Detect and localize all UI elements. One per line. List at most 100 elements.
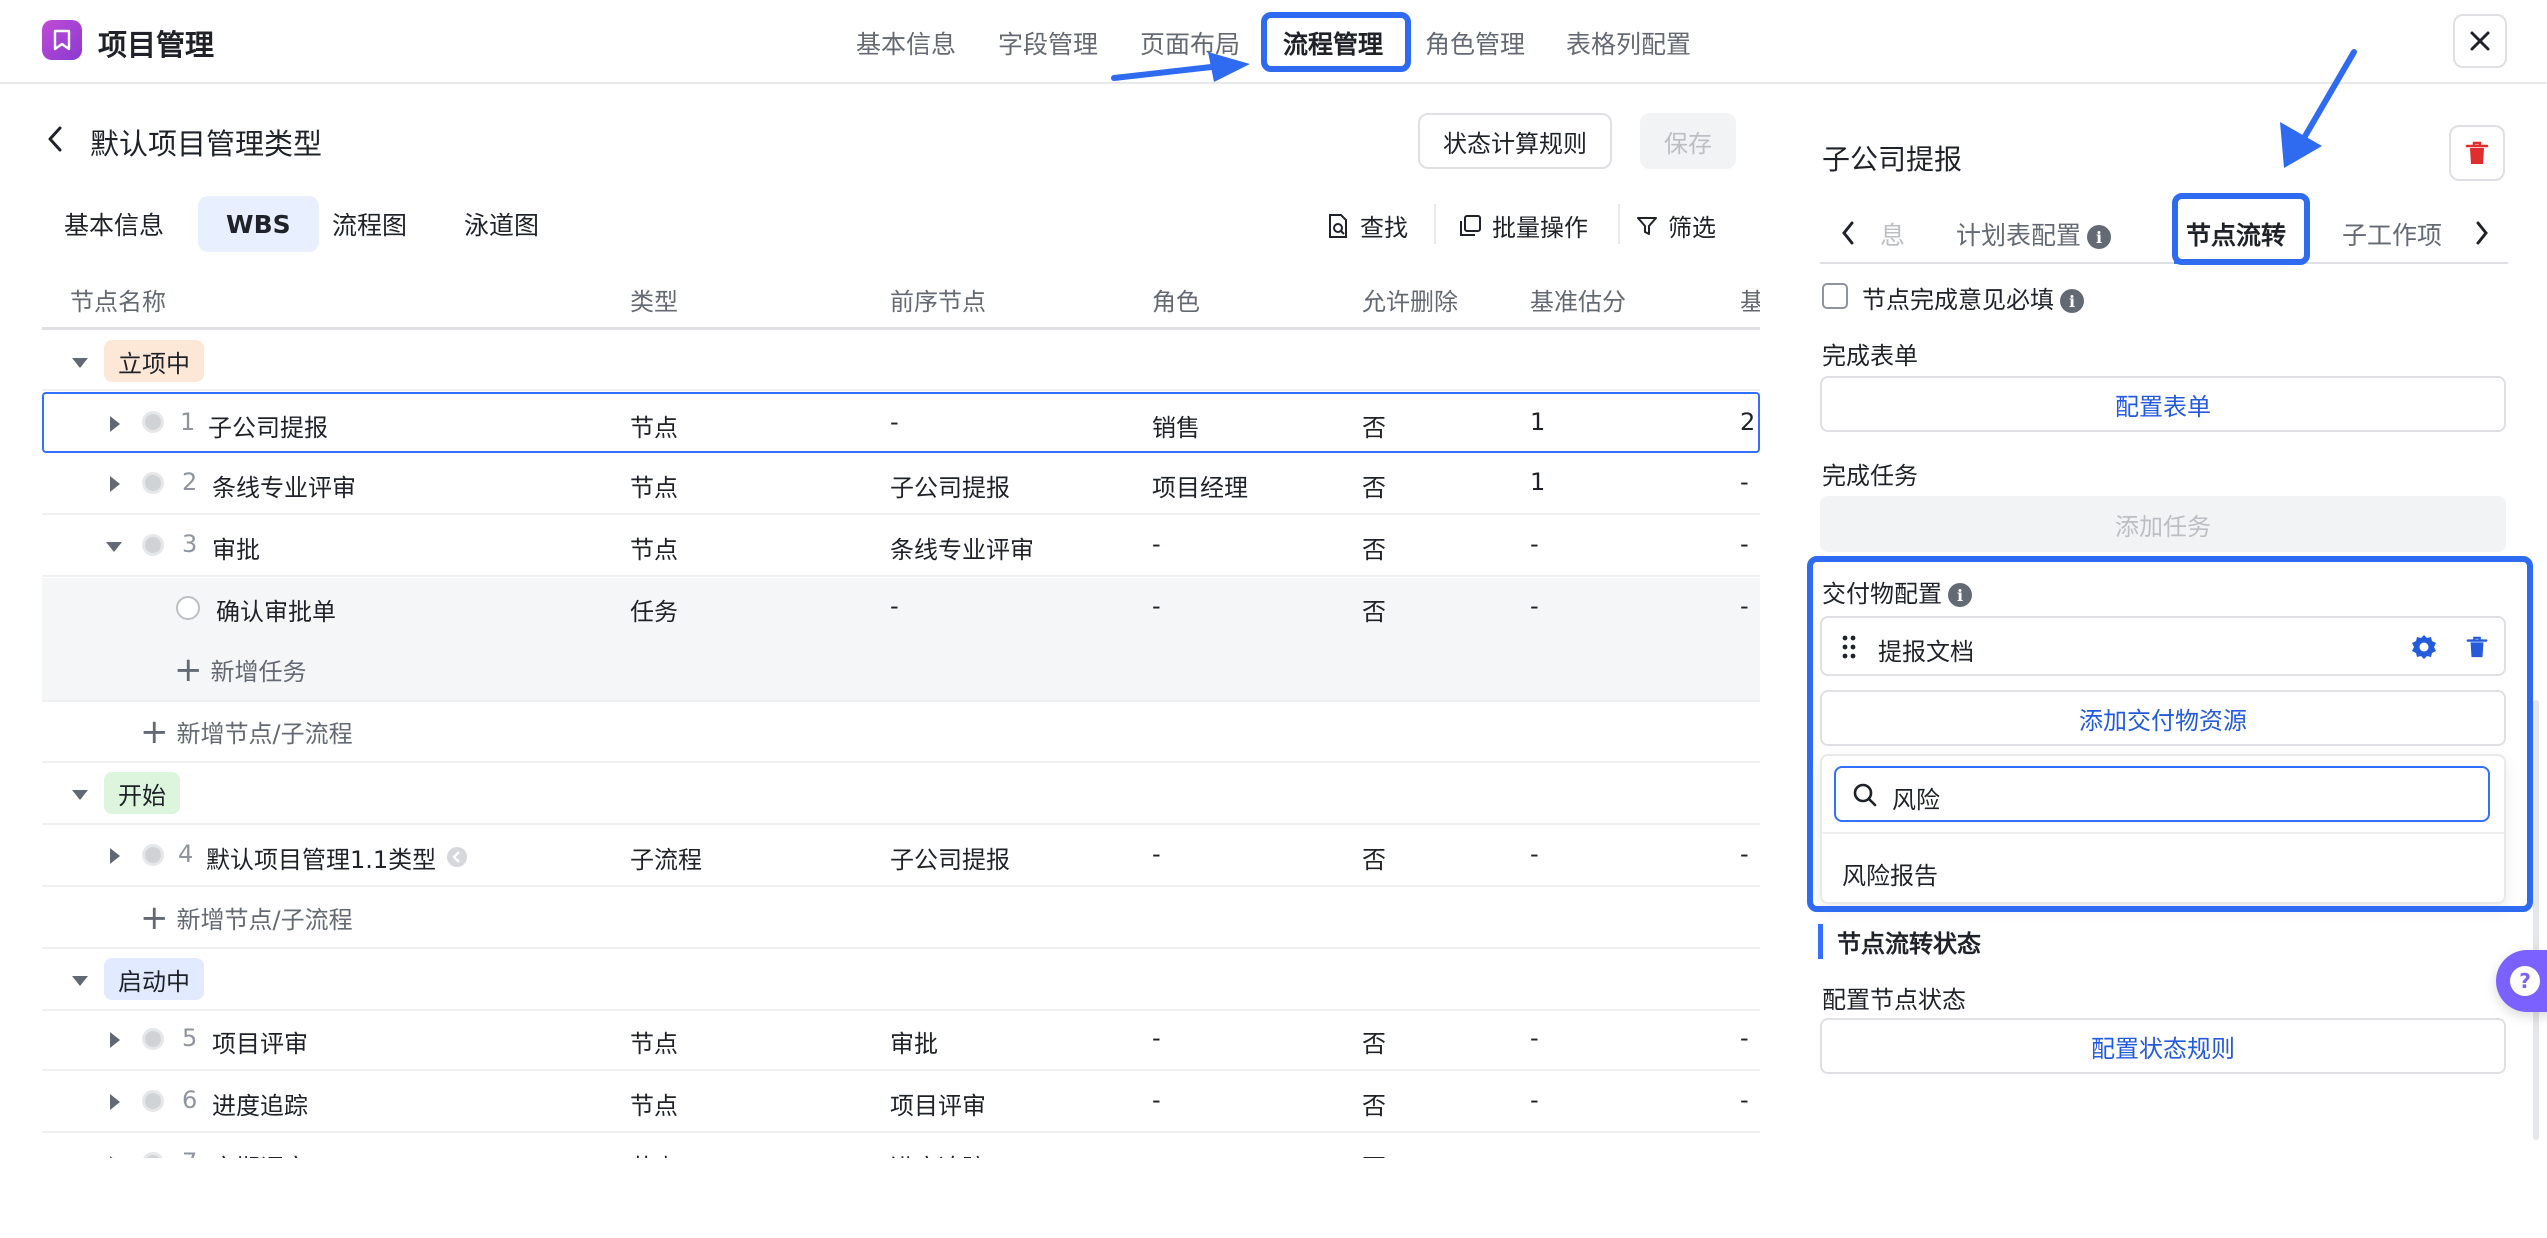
add-deliverable-button[interactable]: 添加交付物资源	[1820, 690, 2506, 746]
add-node-button[interactable]: + 新增节点/子流程	[140, 714, 353, 749]
node-role: -	[1152, 1024, 1161, 1052]
config-node-state-label: 配置节点状态	[1822, 986, 1966, 1014]
node-name: 审批	[212, 536, 260, 564]
collapse-icon[interactable]	[72, 790, 88, 800]
opinion-required-text: 节点完成意见必填	[1862, 286, 2054, 314]
table-row[interactable]: 3 审批 节点 条线专业评审 - 否 - -	[42, 516, 1760, 577]
tab-table-column-config[interactable]: 表格列配置	[1566, 25, 1691, 61]
row-number: 6	[182, 1086, 198, 1114]
col-node-name[interactable]: 节点名称	[70, 282, 166, 317]
collapse-icon[interactable]	[72, 358, 88, 368]
close-button[interactable]	[2453, 14, 2507, 68]
expand-icon[interactable]	[110, 476, 120, 492]
tab-plan-config[interactable]: 计划表配置 i	[1956, 216, 2112, 252]
subtab-basic-info[interactable]: 基本信息	[36, 196, 192, 252]
batch-operation-button[interactable]: 批量操作	[1458, 208, 1588, 243]
node-role: -	[1152, 530, 1161, 558]
expand-icon[interactable]	[110, 848, 120, 864]
col-role[interactable]: 角色	[1152, 282, 1200, 317]
info-icon: i	[1948, 583, 1972, 607]
tab-field-management[interactable]: 字段管理	[998, 25, 1098, 61]
expand-icon[interactable]	[110, 1032, 120, 1048]
table-row[interactable]: 2 条线专业评审 节点 子公司提报 项目经理 否 1 -	[42, 454, 1760, 515]
col-type[interactable]: 类型	[630, 282, 678, 317]
group-row[interactable]: 启动中	[42, 950, 1760, 1011]
node-name: 定期评审	[212, 1148, 308, 1158]
subtab-swimlane[interactable]: 泳道图	[436, 196, 567, 252]
subtab-wbs[interactable]: WBS	[198, 196, 319, 252]
tab-basic-partial[interactable]: 息	[1880, 216, 1905, 252]
row-number: 7	[182, 1148, 197, 1158]
group-row[interactable]: 立项中	[42, 330, 1760, 391]
deliverable-config-text: 交付物配置	[1822, 580, 1942, 608]
col-predecessor[interactable]: 前序节点	[890, 282, 986, 317]
config-form-button[interactable]: 配置表单	[1820, 376, 2506, 432]
col-allow-delete[interactable]: 允许删除	[1362, 282, 1458, 317]
node-predecessor: 子公司提报	[890, 846, 1010, 874]
node-role: 项目经理	[1152, 474, 1248, 502]
bookmark-icon	[42, 20, 82, 60]
gear-icon[interactable]	[2410, 633, 2438, 661]
node-allow-delete: 否	[1362, 474, 1386, 502]
resource-search-input[interactable]: 风险	[1834, 766, 2490, 822]
subtab-flowchart[interactable]: 流程图	[304, 196, 435, 252]
task-name: 确认审批单	[216, 598, 336, 626]
add-task-button[interactable]: + 新增任务	[174, 652, 307, 687]
table-header: 节点名称 类型 前序节点 角色 允许删除 基准估分 基	[42, 268, 1760, 330]
node-type: 节点	[630, 1092, 678, 1120]
node-predecessor: 条线专业评审	[890, 536, 1034, 564]
status-rule-button[interactable]: 状态计算规则	[1418, 113, 1612, 169]
expand-icon[interactable]	[110, 1094, 120, 1110]
node-allow-delete: 否	[1362, 1030, 1386, 1058]
tab-sub-work-item[interactable]: 子工作项	[2342, 216, 2442, 252]
search-value: 风险	[1892, 786, 1940, 814]
save-button[interactable]: 保存	[1640, 113, 1736, 169]
add-node-label: 新增节点/子流程	[176, 720, 353, 748]
tab-process-management[interactable]: 流程管理	[1283, 25, 1383, 61]
help-button[interactable]: ?	[2496, 950, 2547, 1012]
tab-role-management[interactable]: 角色管理	[1425, 25, 1525, 61]
filter-button[interactable]: 筛选	[1636, 208, 1716, 243]
scrollbar[interactable]	[2533, 700, 2539, 1140]
col-baseline-estimate[interactable]: 基准估分	[1530, 282, 1626, 317]
tab-node-flow[interactable]: 节点流转	[2186, 216, 2286, 252]
table-row[interactable]: 7 定期评审 节点 进度追踪 - 否 - -	[42, 1134, 1760, 1158]
expand-icon[interactable]	[110, 416, 120, 432]
table-row[interactable]: 6 进度追踪 节点 项目评审 - 否 - -	[42, 1072, 1760, 1133]
drag-handle-icon[interactable]	[1842, 635, 1856, 659]
node-extra: -	[1740, 1148, 1749, 1158]
batch-icon	[1460, 214, 1481, 236]
add-node-button[interactable]: + 新增节点/子流程	[140, 900, 353, 935]
node-type: 节点	[630, 1030, 678, 1058]
search-result-item[interactable]: 风险报告	[1842, 856, 1938, 891]
trash-icon[interactable]	[2466, 634, 2488, 660]
find-button[interactable]: 查找	[1326, 208, 1408, 243]
chevron-left-icon[interactable]	[1840, 220, 1856, 246]
collapse-icon[interactable]	[72, 976, 88, 986]
task-status-ring[interactable]	[176, 596, 200, 620]
chevron-left-icon[interactable]	[44, 124, 68, 154]
node-status-dot	[142, 1152, 164, 1158]
node-extra: -	[1740, 1086, 1749, 1114]
delete-node-button[interactable]	[2449, 125, 2505, 181]
deliverable-item[interactable]: 提报文档	[1820, 616, 2506, 676]
config-state-rule-button[interactable]: 配置状态规则	[1820, 1018, 2506, 1074]
add-task-button[interactable]: 添加任务	[1820, 496, 2506, 552]
tab-basic-info[interactable]: 基本信息	[856, 25, 956, 61]
table-row[interactable]: 4 默认项目管理1.1类型 子流程 子公司提报 - 否 - -	[42, 826, 1760, 887]
chevron-right-icon[interactable]	[2474, 220, 2490, 246]
table-row[interactable]: 5 项目评审 节点 审批 - 否 - -	[42, 1010, 1760, 1071]
batch-label: 批量操作	[1492, 214, 1588, 242]
add-task-label: 新增任务	[210, 658, 307, 686]
group-row[interactable]: 开始	[42, 764, 1760, 825]
opinion-required-checkbox[interactable]	[1822, 283, 1848, 309]
task-extra: -	[1740, 592, 1749, 620]
subprocess-link-icon[interactable]	[446, 846, 468, 868]
col-truncated[interactable]: 基	[1740, 282, 1760, 317]
add-node-label: 新增节点/子流程	[176, 906, 353, 934]
opinion-required-label: 节点完成意见必填 i	[1862, 280, 2084, 315]
expand-icon[interactable]	[110, 1156, 120, 1158]
table-row[interactable]: 1 子公司提报 节点 - 销售 否 1 2	[42, 392, 1760, 453]
node-name: 条线专业评审	[212, 474, 356, 502]
collapse-icon[interactable]	[106, 542, 122, 552]
